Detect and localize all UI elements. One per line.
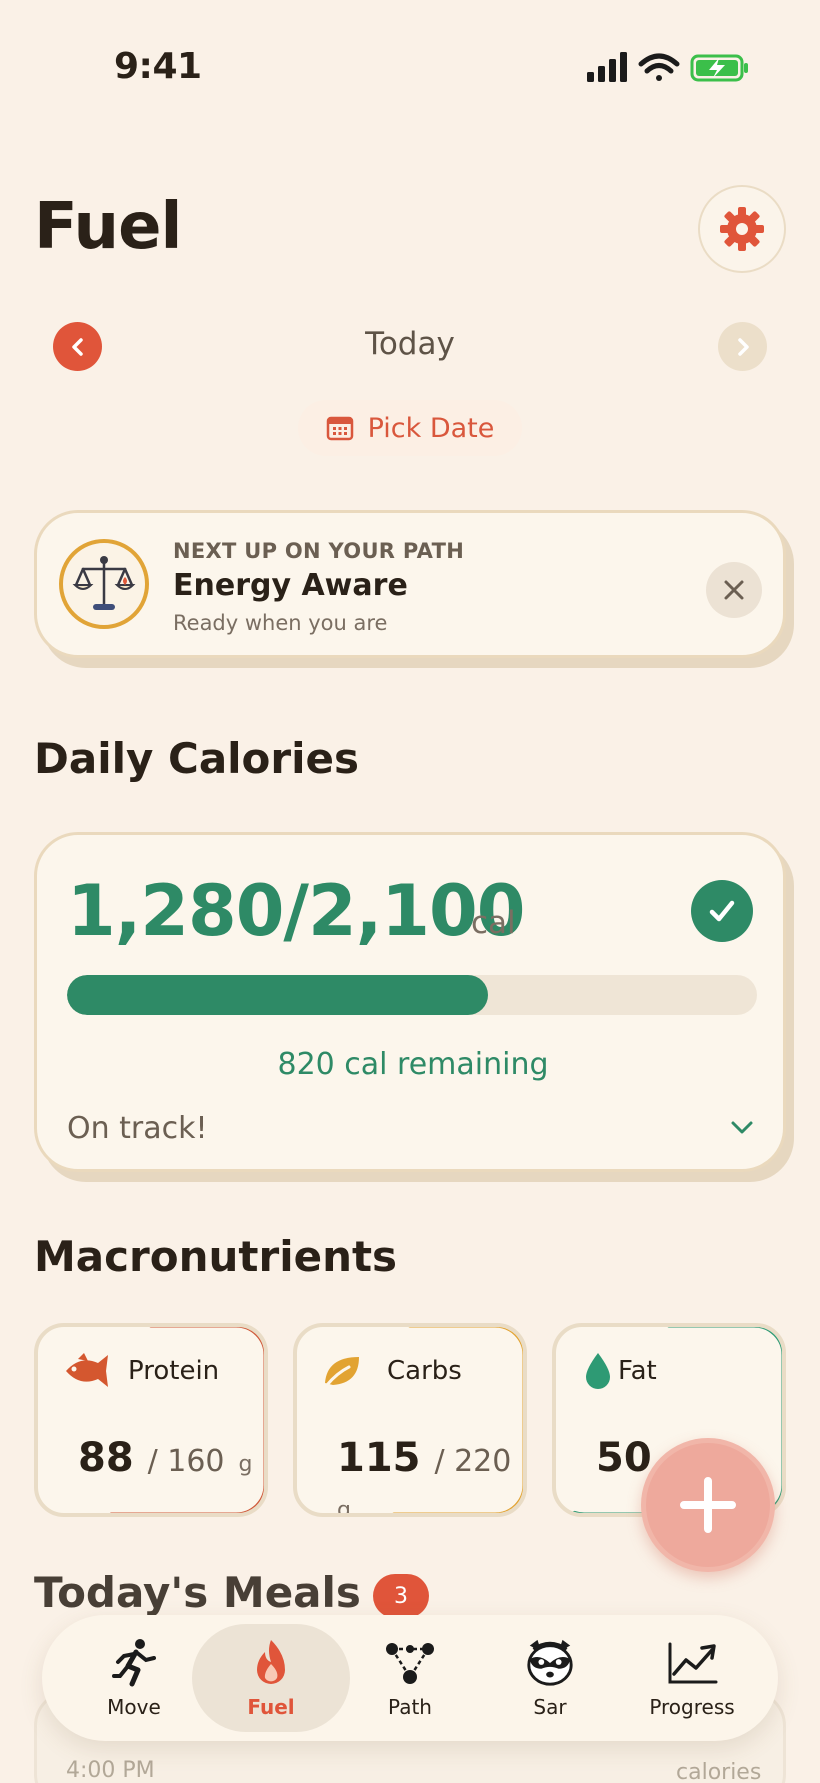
trend-chart-icon [666, 1637, 718, 1689]
tab-path[interactable]: Path [340, 1615, 480, 1741]
tab-label: Fuel [247, 1695, 295, 1719]
expand-chevron-icon[interactable] [727, 1115, 757, 1139]
goal-check-icon [691, 880, 753, 942]
leaf-icon [319, 1349, 371, 1393]
runner-icon [108, 1637, 160, 1689]
gear-icon [720, 207, 764, 251]
path-subtitle: Ready when you are [173, 611, 388, 635]
calorie-status: On track! [67, 1111, 208, 1146]
next-day-button[interactable] [718, 322, 767, 371]
battery-charging-icon [690, 54, 748, 82]
path-nodes-icon [384, 1637, 436, 1689]
plus-icon [680, 1477, 736, 1533]
macronutrients-heading: Macronutrients [34, 1232, 398, 1281]
protein-card[interactable]: Protein 88 / 160 g [34, 1323, 268, 1517]
tab-label: Path [388, 1695, 432, 1719]
macro-value: 50 [596, 1435, 652, 1481]
tab-sar[interactable]: Sar [480, 1615, 620, 1741]
daily-calories-heading: Daily Calories [34, 734, 360, 783]
tab-move[interactable]: Move [64, 1615, 204, 1741]
path-title: Energy Aware [173, 568, 408, 603]
macro-label: Carbs [387, 1356, 462, 1386]
calorie-card[interactable]: 1,280/2,100 cal 820 cal remaining On tra… [34, 832, 786, 1172]
macro-value: 115 / 220 g [337, 1435, 512, 1517]
cellular-signal-icon [587, 52, 627, 82]
meal-calories-unit: calories [676, 1760, 762, 1783]
close-icon [724, 580, 744, 600]
tab-label: Progress [649, 1695, 735, 1719]
calendar-icon [326, 416, 353, 441]
calorie-value: 1,280/2,100 [67, 870, 525, 952]
pick-date-label: Pick Date [367, 412, 495, 444]
next-path-card[interactable]: NEXT UP ON YOUR PATH Energy Aware Ready … [34, 510, 786, 658]
todays-meals-heading: Today's Meals [34, 1568, 361, 1617]
macro-value: 88 / 160 g [78, 1435, 253, 1481]
calorie-progress-fill [67, 975, 488, 1015]
wifi-icon [638, 53, 680, 81]
status-icons [585, 50, 755, 86]
tab-progress[interactable]: Progress [622, 1615, 762, 1741]
pick-date-button[interactable]: Pick Date [298, 400, 522, 456]
macro-label: Fat [618, 1356, 657, 1386]
balance-scale-icon [72, 556, 136, 610]
add-meal-button[interactable] [641, 1438, 775, 1572]
carbs-card[interactable]: Carbs 115 / 220 g [293, 1323, 527, 1517]
calories-remaining: 820 cal remaining [277, 1047, 549, 1082]
bottom-tab-bar: Move Fuel Path Sar Progress [42, 1615, 778, 1741]
raccoon-icon [524, 1637, 576, 1689]
calorie-progress-bar [67, 975, 757, 1015]
dismiss-path-button[interactable] [706, 562, 762, 618]
tab-label: Sar [533, 1695, 567, 1719]
settings-button[interactable] [698, 185, 786, 273]
status-time: 9:41 [114, 46, 202, 87]
fish-icon [60, 1349, 112, 1393]
current-date-label: Today [365, 326, 455, 362]
path-eyebrow: NEXT UP ON YOUR PATH [173, 539, 465, 563]
tab-label: Move [107, 1695, 161, 1719]
balance-scale-avatar [59, 539, 149, 629]
tab-fuel[interactable]: Fuel [201, 1615, 341, 1741]
flame-icon [245, 1637, 297, 1689]
page-title: Fuel [34, 190, 182, 264]
macro-label: Protein [128, 1356, 220, 1386]
meals-count-badge: 3 [373, 1574, 429, 1618]
meal-time: 4:00 PM [66, 1758, 155, 1783]
chevron-right-icon [737, 337, 749, 356]
calorie-unit: cal [471, 905, 516, 941]
